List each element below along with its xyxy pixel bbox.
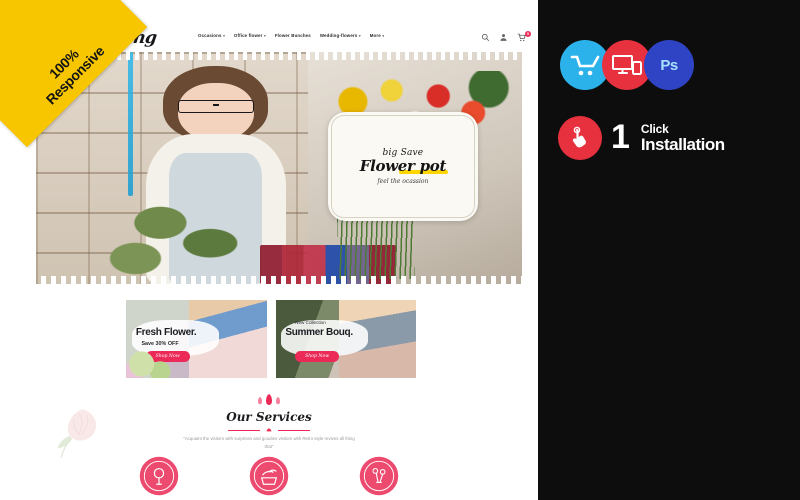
photoshop-badge: Ps: [644, 40, 694, 90]
decorative-flower-illustration: [57, 409, 97, 458]
one-click-installation: 1 Click Installation: [558, 116, 725, 160]
hero-text-badge: big Save Flower pot feel the ocassion: [327, 112, 479, 222]
nav-item-wedding-flowers[interactable]: Wedding-flowers ▾: [320, 33, 361, 38]
one-number: 1: [611, 118, 630, 157]
eyeglasses-shape: [177, 99, 254, 113]
opencart-icon: [570, 55, 600, 76]
service-icon-flower-basket[interactable]: [247, 454, 291, 498]
nav-item-office-flower[interactable]: Office flower ▾: [234, 33, 266, 38]
header-icon-group: [481, 33, 526, 42]
hero-line-3: feel the ocassion: [377, 178, 429, 186]
promo-title: Summer Bouq.: [285, 326, 353, 338]
main-navigation[interactable]: Occasions ▾ Office flower ▾ Flower Bunches…: [198, 33, 384, 38]
user-account-icon[interactable]: [499, 33, 508, 42]
section-divider-ornament: [228, 428, 310, 432]
nav-item-occasions[interactable]: Occasions ▾: [198, 33, 225, 38]
screenshot-stage: BloomingArt Flowering Occasions▾ Office …: [0, 0, 800, 500]
torn-edge-bottom: [36, 276, 522, 284]
one-click-text: Click Installation: [641, 123, 725, 153]
promo-banner-fresh-flower[interactable]: Fresh Flower. Save 30% OFF Shop Now: [126, 300, 267, 378]
service-icon-flower-vase[interactable]: [357, 454, 401, 498]
promo-eyebrow: New Collection: [295, 320, 326, 326]
cart-count-badge: 0: [525, 31, 531, 37]
click-label: Click: [640, 122, 669, 136]
photoshop-label: Ps: [660, 56, 678, 74]
promo-shop-now-button[interactable]: Shop Now: [295, 350, 340, 362]
click-badge: [558, 116, 602, 160]
platform-badge-group: Ps: [554, 40, 694, 90]
services-description: "Acquaint the visitors with surprises an…: [183, 436, 355, 450]
promo-banner-row: Fresh Flower. Save 30% OFF Shop Now New …: [126, 300, 416, 378]
installation-label: Installation: [640, 135, 725, 154]
hero-line-2: Flower pot: [359, 157, 449, 176]
click-hand-cursor-icon: [572, 126, 586, 148]
tulip-divider-icon: [258, 394, 280, 405]
nav-item-more[interactable]: More ▾: [370, 33, 384, 38]
promo-banner-summer-bouquet[interactable]: New Collection Summer Bouq. Shop Now: [275, 300, 416, 378]
promo-flowers-decor: [126, 345, 186, 378]
marketing-panel: Ps 1 Click Installation: [538, 0, 800, 500]
hero-banner[interactable]: big Save Flower pot feel the ocassion: [36, 52, 522, 284]
green-foliage: [94, 181, 260, 284]
search-icon[interactable]: [481, 33, 490, 42]
promo-title: Fresh Flower.: [135, 326, 197, 338]
nav-item-flower-bunches[interactable]: Flower Bunches: [275, 33, 311, 38]
responsive-devices-icon: [612, 55, 642, 75]
service-icon-bouquet[interactable]: [137, 454, 181, 498]
blue-ribbon-decor: [128, 52, 134, 196]
